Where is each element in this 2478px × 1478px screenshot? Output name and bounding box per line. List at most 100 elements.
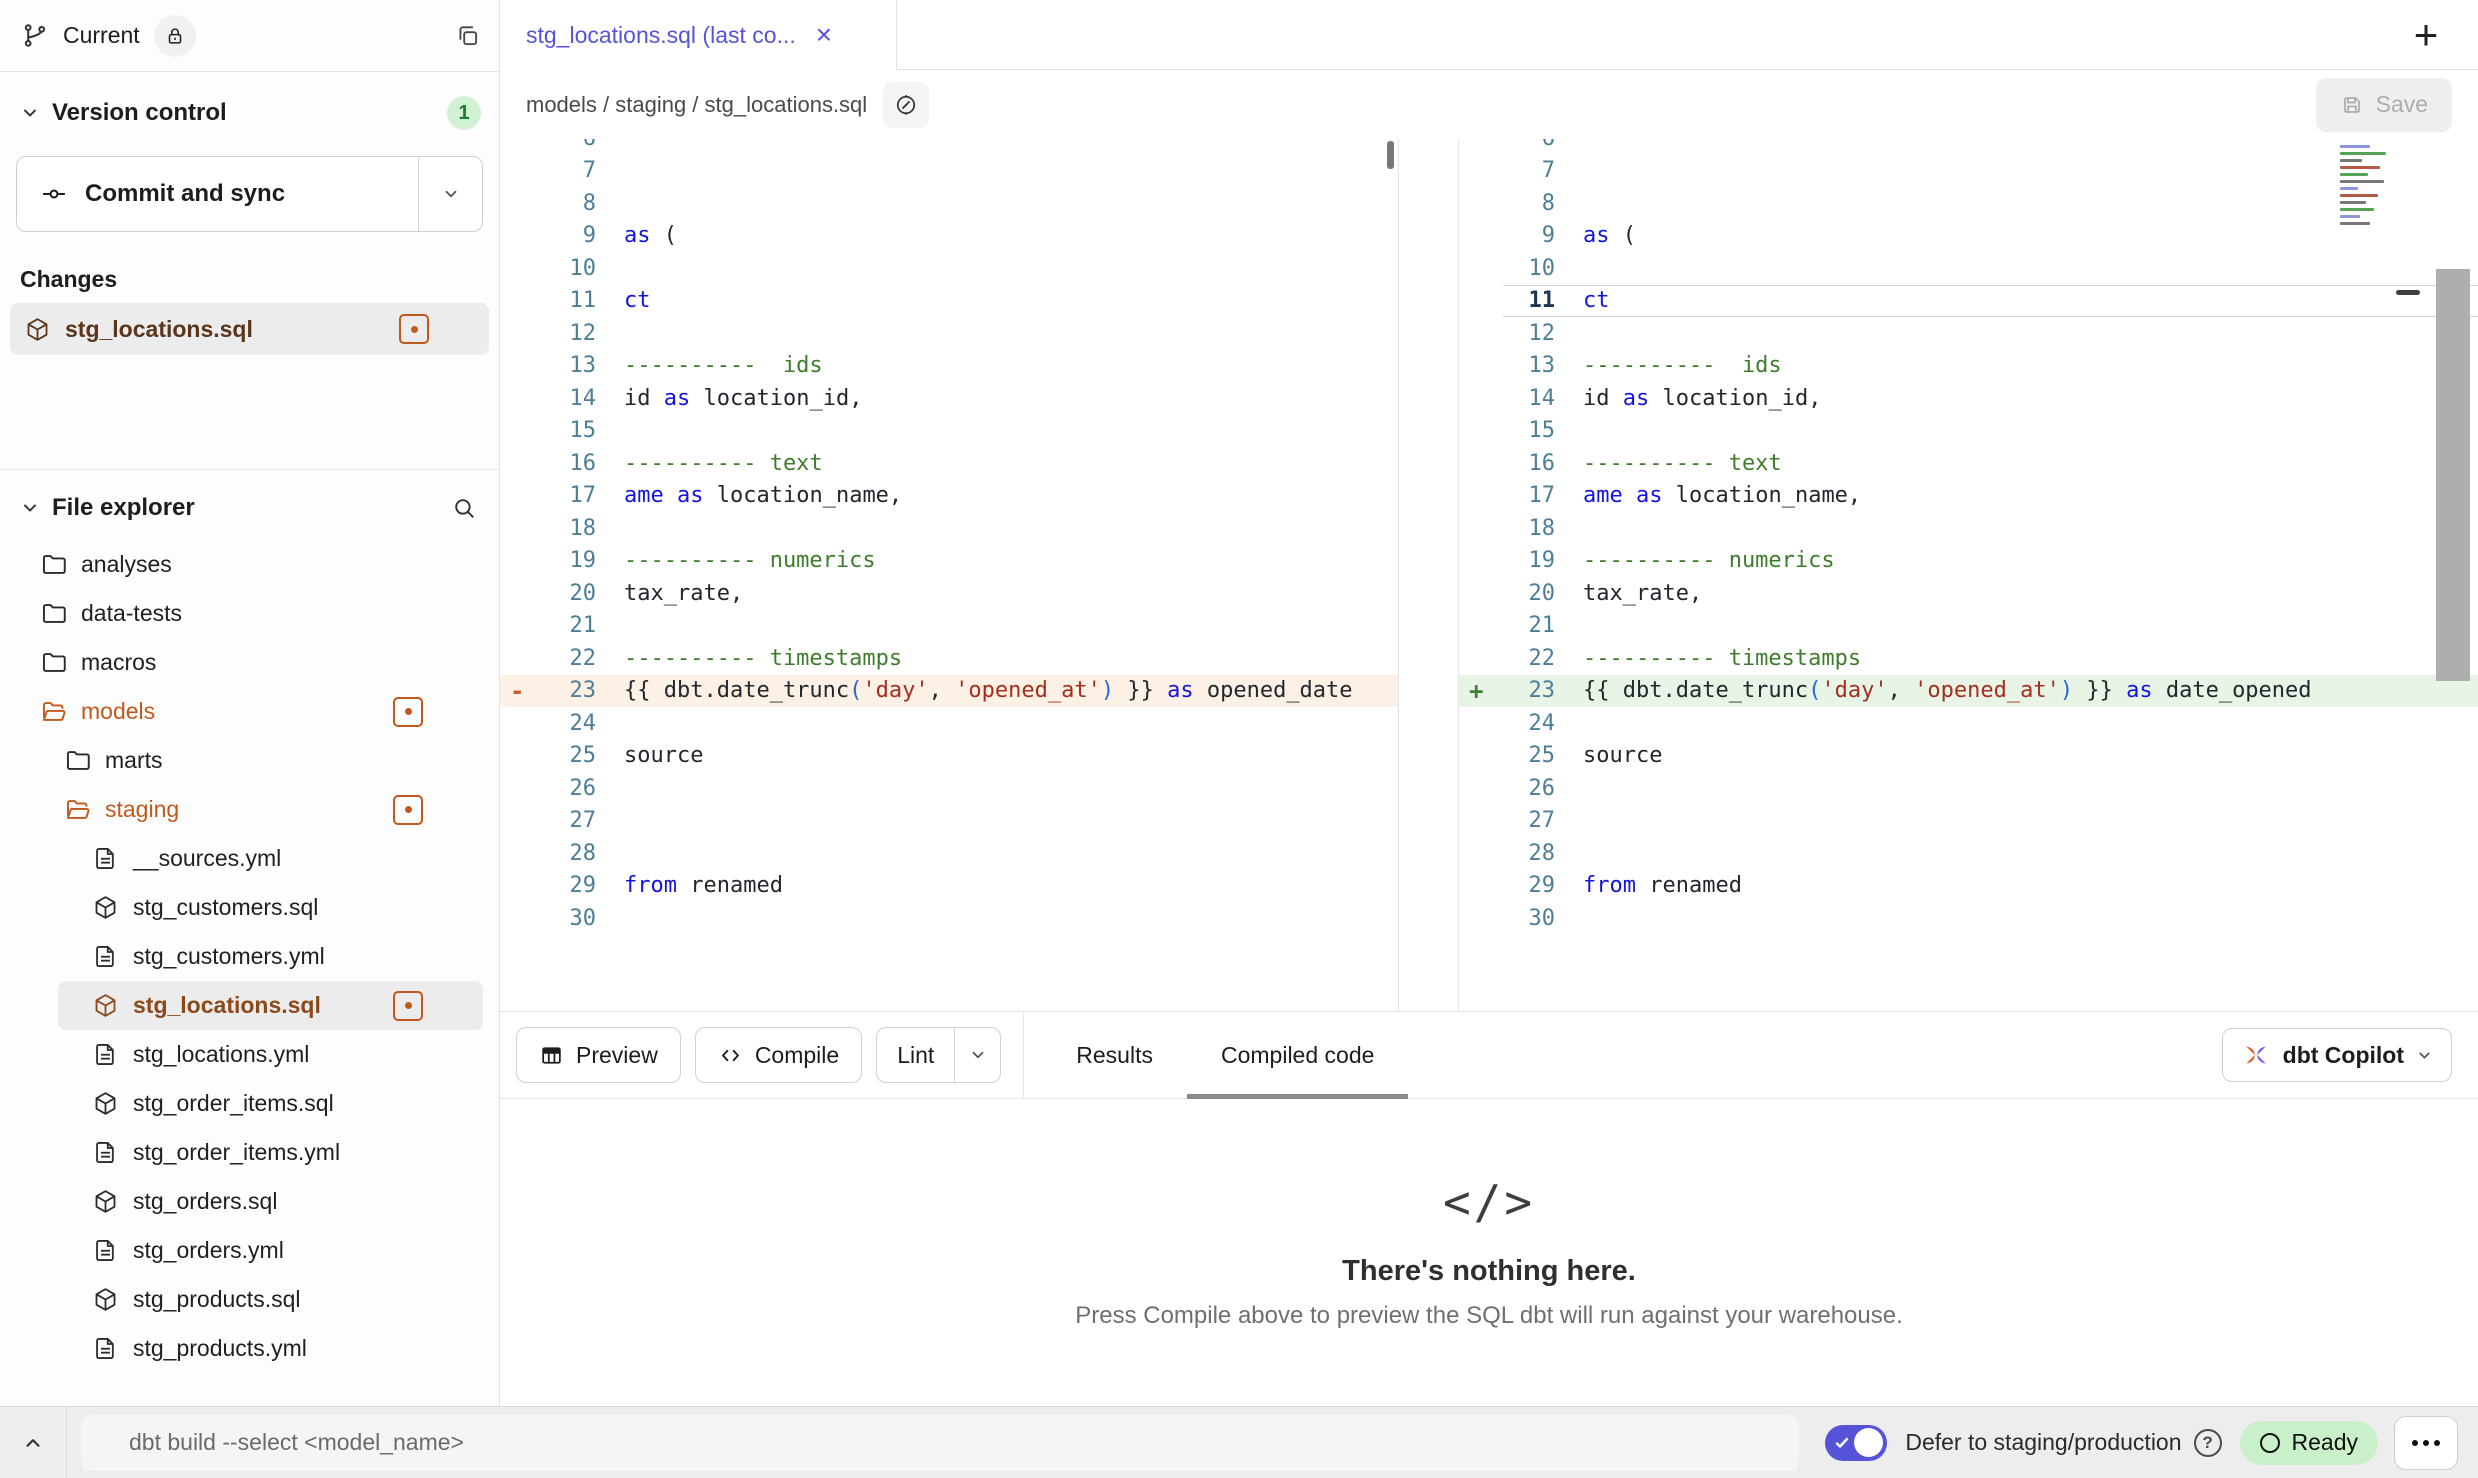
tab-stg-locations[interactable]: stg_locations.sql (last co... ×	[500, 0, 897, 70]
code-line[interactable]: 30	[1459, 902, 2478, 935]
diff-pane-modified[interactable]: 6789as (1011ct1213---------- ids14id as …	[1458, 139, 2478, 1011]
code-line[interactable]: 20tax_rate,	[500, 577, 1398, 610]
tree-item[interactable]: __sources.yml	[0, 834, 483, 883]
pane-scrollbar-thumb[interactable]	[1387, 141, 1394, 169]
code-line[interactable]: 16---------- text	[1459, 447, 2478, 480]
code-line[interactable]: 8	[500, 187, 1398, 220]
tree-item[interactable]: stg_order_items.sql	[0, 1079, 483, 1128]
preview-button[interactable]: Preview	[516, 1027, 681, 1083]
code-line[interactable]: 13---------- ids	[500, 350, 1398, 383]
code-line[interactable]: 8	[1459, 187, 2478, 220]
code-line[interactable]: 20tax_rate,	[1459, 577, 2478, 610]
tree-item[interactable]: stg_locations.yml	[0, 1030, 483, 1079]
code-line[interactable]: 7	[500, 155, 1398, 188]
duplicate-tab-icon[interactable]	[455, 23, 481, 49]
changed-file-item[interactable]: stg_locations.sql	[10, 303, 489, 355]
code-line[interactable]: 19---------- numerics	[1459, 545, 2478, 578]
code-line[interactable]: 15	[1459, 415, 2478, 448]
code-line[interactable]: 10	[1459, 252, 2478, 285]
code-line[interactable]: 14id as location_id,	[500, 382, 1398, 415]
command-input[interactable]: dbt build --select <model_name>	[81, 1415, 1799, 1471]
expand-command-bar-button[interactable]	[0, 1407, 66, 1478]
code-line[interactable]: 25source	[1459, 740, 2478, 773]
changed-file-name: stg_locations.sql	[65, 316, 253, 343]
code-line[interactable]: 28	[500, 837, 1398, 870]
lineage-chip[interactable]	[883, 82, 929, 128]
code-line[interactable]: 10	[500, 252, 1398, 285]
more-options-button[interactable]	[2394, 1416, 2458, 1470]
tree-item[interactable]: staging	[0, 785, 483, 834]
code-line[interactable]: +23{{ dbt.date_trunc('day', 'opened_at')…	[1459, 675, 2478, 708]
code-line[interactable]: 17ame as location_name,	[1459, 480, 2478, 513]
panel-resize-handle[interactable]	[2396, 290, 2420, 295]
tree-item[interactable]: stg_locations.sql	[58, 981, 483, 1030]
file-explorer-header[interactable]: File explorer	[0, 480, 499, 536]
code-line[interactable]: 16---------- text	[500, 447, 1398, 480]
code-line[interactable]: 21	[500, 610, 1398, 643]
code-line[interactable]: 6	[1459, 139, 2478, 155]
status-ready-badge[interactable]: Ready	[2240, 1421, 2378, 1465]
code-line[interactable]: 24	[500, 707, 1398, 740]
code-line[interactable]: 18	[1459, 512, 2478, 545]
code-line[interactable]: 14id as location_id,	[1459, 382, 2478, 415]
code-line[interactable]: 15	[500, 415, 1398, 448]
code-line[interactable]: 24	[1459, 707, 2478, 740]
tree-item[interactable]: stg_customers.sql	[0, 883, 483, 932]
commit-options-caret[interactable]	[418, 157, 482, 231]
tree-item[interactable]: marts	[0, 736, 483, 785]
code-line[interactable]: 27	[500, 805, 1398, 838]
code-line[interactable]: 13---------- ids	[1459, 350, 2478, 383]
tree-item[interactable]: analyses	[0, 540, 483, 589]
code-line[interactable]: 27	[1459, 805, 2478, 838]
code-line[interactable]: 18	[500, 512, 1398, 545]
code-line[interactable]: 28	[1459, 837, 2478, 870]
code-line[interactable]: 11ct	[500, 285, 1398, 318]
minimap[interactable]	[2334, 141, 2400, 237]
code-line[interactable]: 22---------- timestamps	[1459, 642, 2478, 675]
code-line[interactable]: 19---------- numerics	[500, 545, 1398, 578]
tab-compiled-code[interactable]: Compiled code	[1187, 1012, 1408, 1098]
code-line[interactable]: 21	[1459, 610, 2478, 643]
code-line[interactable]: 29from renamed	[1459, 870, 2478, 903]
code-line[interactable]: 29from renamed	[500, 870, 1398, 903]
tree-item[interactable]: stg_orders.sql	[0, 1177, 483, 1226]
dbt-copilot-button[interactable]: dbt Copilot	[2222, 1028, 2452, 1082]
code-line[interactable]: 17ame as location_name,	[500, 480, 1398, 513]
scrollbar-thumb[interactable]	[2436, 269, 2470, 681]
code-line[interactable]: 9as (	[500, 220, 1398, 253]
code-line[interactable]: 9as (	[1459, 220, 2478, 253]
code-line[interactable]: 26	[1459, 772, 2478, 805]
code-line[interactable]: 12	[1459, 317, 2478, 350]
tree-item[interactable]: macros	[0, 638, 483, 687]
lint-button[interactable]: Lint	[877, 1028, 954, 1082]
compile-button[interactable]: Compile	[695, 1027, 862, 1083]
tree-item[interactable]: stg_products.yml	[0, 1324, 483, 1373]
help-icon[interactable]: ?	[2194, 1429, 2222, 1457]
defer-toggle[interactable]	[1825, 1425, 1887, 1461]
code-line[interactable]: 25source	[500, 740, 1398, 773]
tree-item[interactable]: stg_products.sql	[0, 1275, 483, 1324]
lint-options-caret[interactable]	[954, 1028, 1000, 1082]
code-line[interactable]: 11ct	[1459, 285, 2478, 318]
code-line[interactable]: 6	[500, 139, 1398, 155]
save-button[interactable]: Save	[2316, 78, 2452, 132]
code-line[interactable]: 12	[500, 317, 1398, 350]
version-control-header[interactable]: Version control 1	[0, 90, 499, 136]
diff-pane-original[interactable]: 6789as (1011ct1213---------- ids14id as …	[500, 139, 1399, 1011]
tree-item[interactable]: stg_order_items.yml	[0, 1128, 483, 1177]
close-icon[interactable]: ×	[816, 21, 832, 49]
search-icon[interactable]	[451, 495, 477, 521]
tree-item[interactable]: models	[0, 687, 483, 736]
code-line[interactable]: 26	[500, 772, 1398, 805]
code-line[interactable]: -23{{ dbt.date_trunc('day', 'opened_at')…	[500, 675, 1398, 708]
tree-item[interactable]: data-tests	[0, 589, 483, 638]
commit-and-sync-button[interactable]: Commit and sync	[16, 156, 483, 232]
new-tab-button[interactable]: +	[2402, 11, 2450, 59]
tree-item[interactable]: stg_orders.yml	[0, 1226, 483, 1275]
tree-item[interactable]: stg_customers.yml	[0, 932, 483, 981]
tab-results[interactable]: Results	[1042, 1012, 1187, 1098]
editor-scrollbar[interactable]	[2436, 139, 2472, 1011]
code-line[interactable]: 7	[1459, 155, 2478, 188]
code-line[interactable]: 30	[500, 902, 1398, 935]
code-line[interactable]: 22---------- timestamps	[500, 642, 1398, 675]
